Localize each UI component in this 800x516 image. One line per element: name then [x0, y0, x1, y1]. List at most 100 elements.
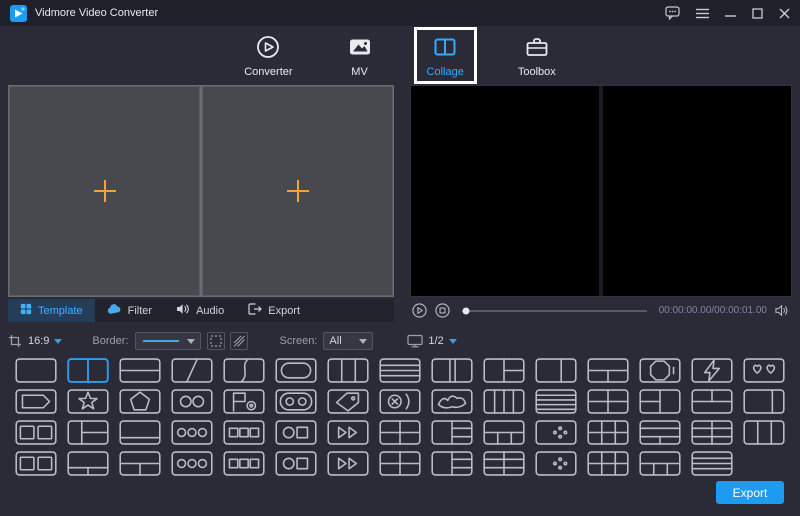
template-v4[interactable]	[482, 389, 526, 414]
template-h4[interactable]	[534, 389, 578, 414]
template-sidebarR[interactable]	[742, 389, 786, 414]
screen-select-value: All	[329, 335, 341, 347]
template-dots[interactable]	[534, 451, 578, 476]
template-circsq[interactable]	[274, 451, 318, 476]
template-squares3[interactable]	[222, 451, 266, 476]
plus-icon	[287, 180, 309, 202]
titlebar: Vidmore Video Converter	[0, 0, 800, 26]
tab-export[interactable]: Export	[236, 299, 312, 322]
volume-icon[interactable]	[775, 304, 790, 317]
template-l2r1[interactable]	[638, 389, 682, 414]
template-grid23[interactable]	[690, 420, 734, 445]
template-blank[interactable]	[14, 358, 58, 383]
tab-template[interactable]: Template	[8, 299, 95, 322]
template-circlesinset[interactable]	[274, 389, 318, 414]
template-circles3[interactable]	[170, 420, 214, 445]
template-squares3[interactable]	[222, 420, 266, 445]
seek-slider[interactable]	[462, 310, 647, 312]
tab-filter-label: Filter	[128, 305, 152, 317]
page-dropdown-caret[interactable]	[449, 339, 457, 344]
template-rowsRsplit[interactable]	[638, 420, 682, 445]
template-gridB2[interactable]	[482, 420, 526, 445]
collage-cell-1[interactable]	[9, 86, 200, 296]
aspect-ratio-value[interactable]: 16:9	[28, 335, 49, 347]
template-bstrip[interactable]	[118, 420, 162, 445]
app-logo-icon	[10, 5, 27, 22]
minimize-icon[interactable]	[725, 5, 736, 21]
screen-select[interactable]: All	[323, 332, 373, 350]
template-octagon[interactable]	[638, 358, 682, 383]
export-button[interactable]: Export	[716, 481, 784, 504]
seek-thumb[interactable]	[462, 307, 469, 314]
template-grid22[interactable]	[378, 451, 422, 476]
maximize-icon[interactable]	[752, 5, 763, 21]
feedback-icon[interactable]	[665, 5, 680, 21]
menu-icon[interactable]	[696, 5, 709, 21]
template-t1b2[interactable]	[586, 358, 630, 383]
template-circles3[interactable]	[170, 451, 214, 476]
template-curve[interactable]	[222, 358, 266, 383]
template-v3[interactable]	[742, 420, 786, 445]
template-gridR2[interactable]	[430, 420, 474, 445]
template-v2gap[interactable]	[430, 358, 474, 383]
template-grid33[interactable]	[586, 451, 630, 476]
template-hrows[interactable]	[378, 358, 422, 383]
template-bstrip2[interactable]	[66, 451, 110, 476]
border-style-select[interactable]	[135, 332, 201, 350]
tab-collage-label: Collage	[427, 66, 464, 78]
template-rect2[interactable]	[14, 420, 58, 445]
template-grid33[interactable]	[586, 420, 630, 445]
template-flaggear[interactable]	[222, 389, 266, 414]
template-grid22[interactable]	[378, 420, 422, 445]
template-v60[interactable]	[534, 358, 578, 383]
ratio-dropdown-caret[interactable]	[54, 339, 62, 344]
tab-mv[interactable]: MV	[334, 27, 386, 84]
template-waves[interactable]	[430, 389, 474, 414]
screen-label: Screen:	[280, 335, 318, 347]
close-icon[interactable]	[779, 5, 790, 21]
app-title: Vidmore Video Converter	[35, 7, 158, 19]
template-hrows[interactable]	[690, 451, 734, 476]
template-tag[interactable]	[326, 389, 370, 414]
template-ffwd[interactable]	[326, 451, 370, 476]
template-gridB2[interactable]	[638, 451, 682, 476]
template-l1r2[interactable]	[482, 358, 526, 383]
template-rect2[interactable]	[14, 451, 58, 476]
preview-panel	[410, 85, 792, 297]
collage-cell-2[interactable]	[202, 86, 393, 296]
template-bolt[interactable]	[690, 358, 734, 383]
template-star[interactable]	[66, 389, 110, 414]
template-t2b1[interactable]	[690, 389, 734, 414]
play-button[interactable]	[412, 303, 427, 318]
template-v3[interactable]	[326, 358, 370, 383]
template-inset[interactable]	[274, 358, 318, 383]
template-circsq[interactable]	[274, 420, 318, 445]
stop-button[interactable]	[435, 303, 450, 318]
template-ffwd[interactable]	[326, 420, 370, 445]
template-h2[interactable]	[118, 358, 162, 383]
template-xcircle[interactable]	[378, 389, 422, 414]
template-t1b2[interactable]	[118, 451, 162, 476]
template-corner[interactable]	[66, 420, 110, 445]
template-dots[interactable]	[534, 420, 578, 445]
collage-toolbar: 16:9 Border: Screen: All 1/2	[8, 329, 792, 353]
template-grid22[interactable]	[586, 389, 630, 414]
border-color-button[interactable]	[230, 332, 248, 350]
border-width-button[interactable]	[207, 332, 225, 350]
tab-toolbox[interactable]: Toolbox	[505, 27, 569, 84]
toolbox-icon	[524, 34, 550, 63]
tab-filter[interactable]: Filter	[95, 299, 164, 322]
border-label: Border:	[92, 335, 128, 347]
template-gridR2[interactable]	[430, 451, 474, 476]
template-grid23[interactable]	[482, 451, 526, 476]
export-arrow-icon	[248, 303, 262, 318]
template-ribbon[interactable]	[14, 389, 58, 414]
tab-audio[interactable]: Audio	[164, 299, 236, 322]
template-hearts[interactable]	[742, 358, 786, 383]
template-diag[interactable]	[170, 358, 214, 383]
template-v2[interactable]	[66, 358, 110, 383]
template-circles2[interactable]	[170, 389, 214, 414]
tab-collage[interactable]: Collage	[414, 27, 477, 84]
tab-converter[interactable]: Converter	[231, 27, 305, 84]
template-pentagon[interactable]	[118, 389, 162, 414]
